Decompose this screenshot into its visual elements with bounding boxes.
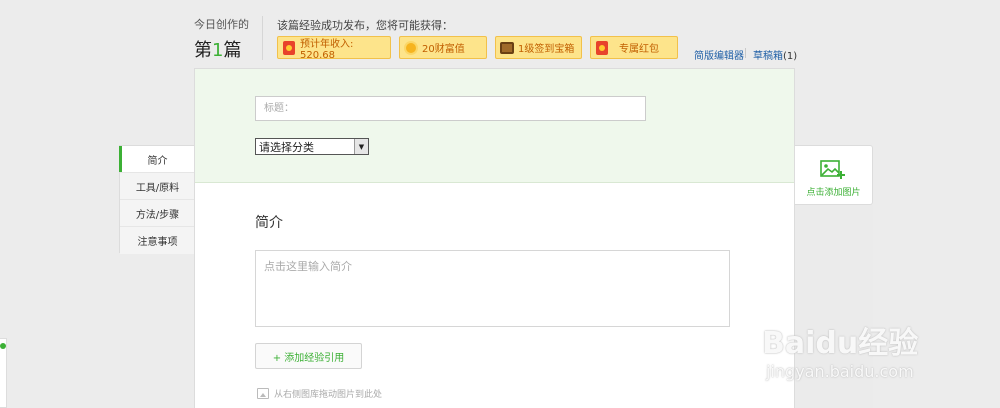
drag-hint-text: 从右侧图库拖动图片到此处 [274,390,383,400]
section-nav: 简介 工具/原料 方法/步骤 注意事项 [119,145,195,254]
header-divider [262,16,263,60]
count-prefix: 第 [194,40,212,61]
today-count: 第1篇 [194,36,241,62]
reward-income-badge: 预计年收入: 520.68 [277,36,391,61]
reward-redpacket-badge: 专属红包 [590,36,678,59]
add-image-icon [820,160,845,179]
add-image-button[interactable]: 点击添加图片 [795,145,873,205]
nav-item-steps[interactable]: 方法/步骤 [120,200,195,227]
side-widget[interactable] [0,338,7,408]
nav-item-tools[interactable]: 工具/原料 [120,173,195,200]
chevron-down-icon[interactable]: ▼ [354,139,368,154]
reward-wealth-label: 20财富值 [422,44,465,55]
intro-textarea[interactable]: 点击这里输入简介 [255,250,730,327]
editor-header-area: 请选择分类 ▼ [195,69,794,183]
reward-redpacket-label: 专属红包 [619,44,659,55]
add-reference-button[interactable]: + 添加经验引用 [255,343,362,369]
drag-hint: 从右侧图库拖动图片到此处 [257,387,382,400]
red-envelope-icon [282,40,296,55]
count-suffix: 篇 [223,40,242,61]
status-dot-icon [0,343,6,349]
nav-item-notes[interactable]: 注意事项 [120,227,195,254]
link-divider [745,48,746,58]
today-label: 今日创作的 [194,18,249,31]
section-title: 简介 [255,215,283,231]
category-select-value: 请选择分类 [259,140,314,154]
count-number: 1 [212,40,224,61]
drafts-count: (1) [783,51,798,62]
reward-title: 该篇经验成功发布，您将可能获得： [277,19,453,32]
reward-chest-label: 1级签到宝箱 [518,44,575,55]
reward-wealth-badge: 20财富值 [399,36,487,59]
coin-icon [404,40,418,55]
drafts-label: 草稿箱 [753,51,783,62]
reward-chest-badge: 1级签到宝箱 [495,36,582,59]
treasure-chest-icon [500,41,514,55]
category-select[interactable]: 请选择分类 ▼ [255,138,369,155]
red-envelope-icon [595,40,609,55]
editor-panel: 请选择分类 ▼ 简介 点击这里输入简介 + 添加经验引用 从右侧图库拖动图片到此… [194,68,795,408]
drafts-link[interactable]: 草稿箱(1) [753,47,797,62]
nav-item-intro[interactable]: 简介 [119,146,195,173]
add-image-label: 点击添加图片 [806,188,861,198]
reward-income-label: 预计年收入: 520.68 [300,38,354,61]
image-icon [257,388,269,399]
image-library-area [795,205,873,408]
title-input[interactable] [255,96,646,121]
simple-editor-link[interactable]: 简版编辑器 [694,47,744,62]
